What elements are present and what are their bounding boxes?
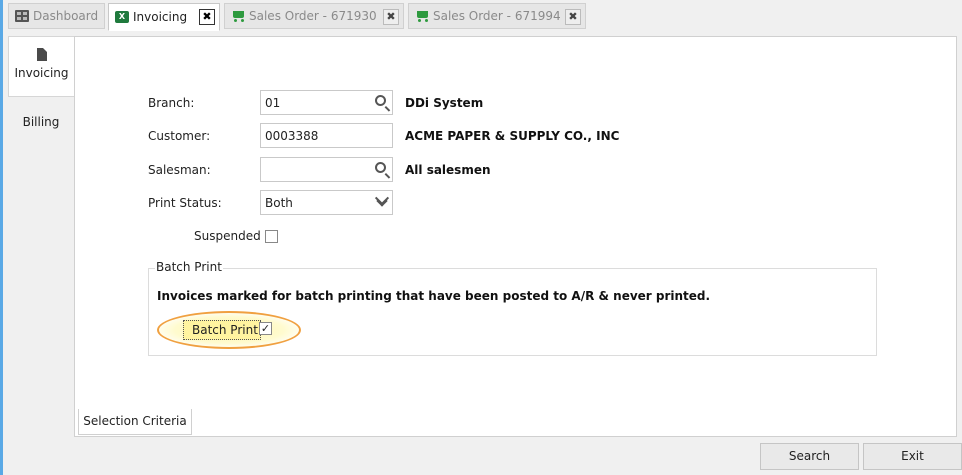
cart-icon — [231, 10, 245, 22]
tab-dashboard-label: Dashboard — [33, 9, 99, 23]
close-icon[interactable]: ✖ — [383, 9, 399, 25]
print-status-label: Print Status: — [148, 196, 222, 210]
search-icon[interactable] — [375, 162, 386, 173]
chevron-down-icon — [376, 195, 388, 207]
selection-criteria-panel: Branch: 01 DDi System Customer: 0003388 … — [74, 36, 957, 437]
customer-description: ACME PAPER & SUPPLY CO., INC — [405, 129, 620, 143]
window-accent-bar — [0, 0, 3, 475]
tab-sales-order-label: Sales Order - 671994 — [433, 9, 561, 23]
customer-input[interactable]: 0003388 — [260, 123, 393, 148]
tab-invoicing[interactable]: X Invoicing ✖ — [108, 3, 220, 31]
branch-description: DDi System — [405, 96, 484, 110]
salesman-description: All salesmen — [405, 163, 491, 177]
customer-value: 0003388 — [265, 129, 319, 143]
suspended-checkbox[interactable] — [265, 230, 278, 243]
search-icon[interactable] — [375, 95, 386, 106]
customer-label: Customer: — [148, 129, 211, 143]
document-icon — [36, 48, 47, 61]
branch-label: Branch: — [148, 96, 195, 110]
sidebar-item-billing[interactable]: Billing — [8, 115, 74, 129]
tab-sales-order-671930[interactable]: Sales Order - 671930 ✖ — [224, 3, 404, 29]
close-icon[interactable]: ✖ — [565, 9, 581, 25]
salesman-input[interactable] — [260, 157, 393, 182]
sidebar-item-label: Billing — [22, 115, 60, 129]
tab-dashboard[interactable]: Dashboard — [8, 3, 105, 29]
document-tab-strip: Dashboard X Invoicing ✖ Sales Order - 67… — [3, 0, 962, 32]
close-icon[interactable]: ✖ — [199, 9, 215, 25]
exit-button[interactable]: Exit — [863, 443, 962, 470]
print-status-select[interactable]: Both — [260, 190, 393, 215]
sidebar-item-label: Invoicing — [14, 66, 69, 80]
suspended-label: Suspended — [194, 229, 261, 243]
excel-icon: X — [115, 11, 129, 23]
branch-value: 01 — [265, 96, 281, 110]
sidebar-item-invoicing[interactable]: Invoicing — [8, 36, 74, 97]
dashboard-icon — [15, 10, 29, 22]
tab-selection-criteria[interactable]: Selection Criteria — [78, 409, 192, 435]
search-button[interactable]: Search — [760, 443, 859, 470]
batch-print-label: Batch Print — [183, 320, 261, 340]
batch-print-group-title: Batch Print — [155, 260, 223, 274]
salesman-label: Salesman: — [148, 163, 211, 177]
tab-sales-order-label: Sales Order - 671930 — [249, 9, 377, 23]
batch-print-info-text: Invoices marked for batch printing that … — [157, 289, 711, 303]
tab-sales-order-671994[interactable]: Sales Order - 671994 ✖ — [408, 3, 586, 29]
side-navigation: Invoicing Billing — [8, 36, 74, 436]
cart-icon — [415, 10, 429, 22]
tab-invoicing-label: Invoicing — [133, 10, 188, 24]
batch-print-checkbox[interactable]: ✓ — [259, 322, 272, 335]
print-status-value: Both — [265, 196, 293, 210]
branch-input[interactable]: 01 — [260, 90, 393, 115]
